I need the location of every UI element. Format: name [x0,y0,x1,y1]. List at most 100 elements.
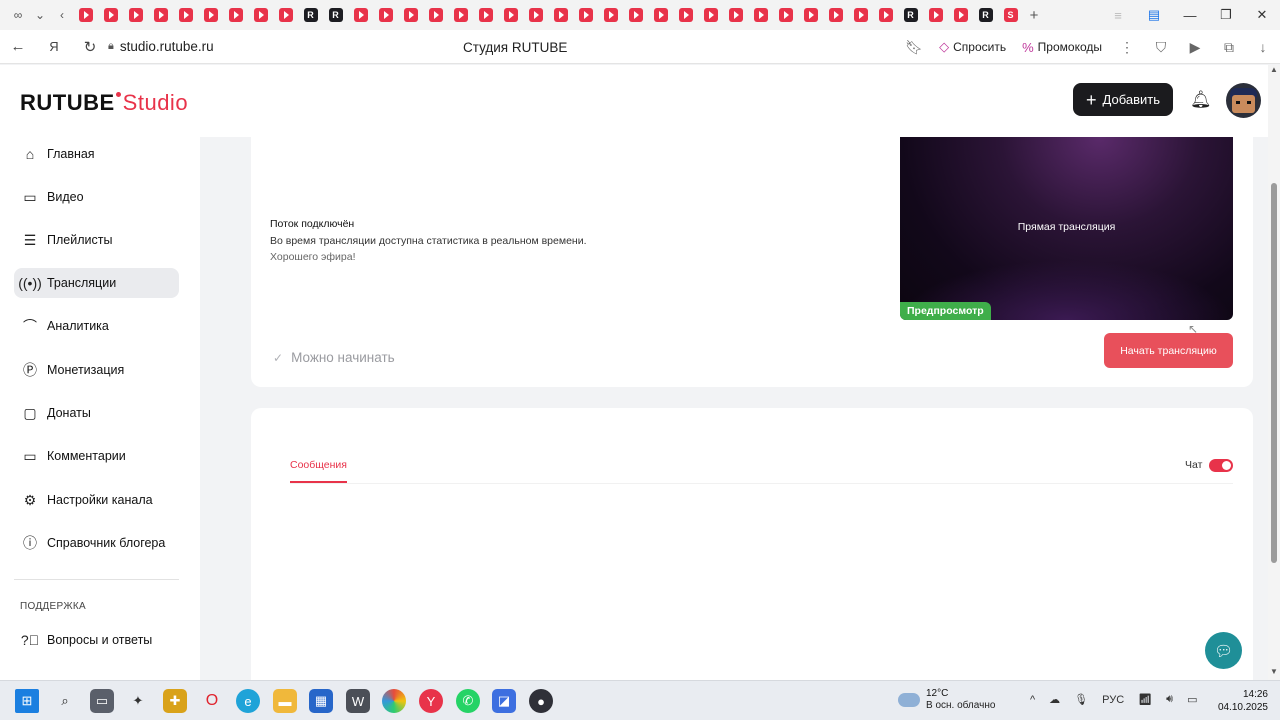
start-broadcast-button[interactable]: Начать трансляцию [1104,333,1233,368]
edge-icon[interactable]: e [236,689,260,713]
stream-preview[interactable]: Прямая трансляция [900,137,1233,320]
rutube-tab-icon[interactable] [503,8,518,22]
rutube-tab-icon[interactable] [553,8,568,22]
rutube-tab-icon[interactable] [878,8,893,22]
scroll-down-icon[interactable]: ▼ [1270,667,1278,676]
back-icon[interactable]: ← [0,30,36,64]
add-button[interactable]: + Добавить [1073,83,1173,116]
media-icon[interactable]: ▶ [1178,39,1212,56]
tray-overflow-icon[interactable]: ^ [1030,694,1035,706]
app-icon[interactable]: ◪ [492,689,516,713]
copilot-icon[interactable]: ✦ [126,689,150,713]
rutube-tab-icon[interactable] [753,8,768,22]
wifi-icon[interactable]: 📶︎ [1138,693,1152,706]
sidebar-item-broadcasts[interactable]: ((•)) Трансляции [14,268,179,298]
rutube-tab-icon[interactable] [653,8,668,22]
rutube-tab-icon[interactable] [953,8,968,22]
rutube-tab-icon[interactable] [778,8,793,22]
r-tab-icon[interactable]: R [303,8,318,22]
chrome-icon[interactable] [382,689,406,713]
rutube-tab-icon[interactable] [153,8,168,22]
r-tab-icon[interactable]: R [328,8,343,22]
promo-button[interactable]: % Промокоды [1014,40,1110,55]
rutube-tab-icon[interactable] [603,8,618,22]
rutube-tab-icon[interactable] [453,8,468,22]
more-icon[interactable]: ⋮ [1110,39,1144,56]
shield-icon[interactable]: ⛉ [1144,39,1178,56]
tab-messages[interactable]: Сообщения [290,459,347,471]
sidebar-toggle-icon[interactable]: ▤ [1136,0,1172,30]
bell-icon[interactable]: 🔔︎ [1190,90,1212,110]
new-tab-icon[interactable]: + [1023,4,1045,26]
rutube-tab-icon[interactable] [128,8,143,22]
microphone-icon[interactable]: 🎙︎ [1074,693,1088,706]
studio-active-tab-icon[interactable]: S [1003,8,1018,22]
sidebar-item-playlists[interactable]: ☰ Плейлисты [14,225,179,255]
rutube-tab-icon[interactable] [828,8,843,22]
rutube-tab-icon[interactable] [853,8,868,22]
reload-icon[interactable]: ↻ [72,30,108,64]
explorer-icon[interactable]: ▬ [273,689,297,713]
rutube-tab-icon[interactable] [928,8,943,22]
sidebar-item-donations[interactable]: ▢ Донаты [14,398,179,428]
rutube-tab-icon[interactable] [203,8,218,22]
yandex-icon[interactable]: Я [36,30,72,64]
cloud-sync-icon[interactable]: ☁ [1049,693,1060,706]
sidebar-item-home[interactable]: ⌂ Главная [14,139,179,169]
download-icon[interactable]: ↓ [1246,39,1280,55]
search-icon[interactable]: ⌕ [53,689,77,713]
sidebar-item-faq[interactable]: ?⃝ Вопросы и ответы [14,625,179,655]
opera-icon[interactable]: O [200,689,224,713]
rutube-tab-icon[interactable] [253,8,268,22]
downloads-tray-icon[interactable]: ≡ [1100,0,1136,30]
sidebar-item-monetization[interactable]: Ⓟ Монетизация [14,355,179,385]
rutube-tab-icon[interactable] [78,8,93,22]
rutube-tab-icon[interactable] [228,8,243,22]
sidebar-item-blogger-guide[interactable]: ⓘ Справочник блогера [14,528,179,558]
tab-list-icon[interactable]: ∞ [7,4,29,26]
rutube-tab-icon[interactable] [478,8,493,22]
rutube-studio-logo[interactable]: RUTUBE Studio [20,90,188,116]
world-of-tanks-icon[interactable]: W [346,689,370,713]
sidebar-item-comments[interactable]: ▭ Комментарии [14,441,179,471]
games-icon[interactable]: ✚ [163,689,187,713]
scrollbar-thumb[interactable] [1271,183,1277,563]
clock[interactable]: 14:26 04.10.2025 [1218,688,1268,714]
weather-widget[interactable]: 12°C В осн. облачно [898,688,995,712]
close-icon[interactable]: ✕ [1244,0,1280,30]
rutube-tab-icon[interactable] [178,8,193,22]
rutube-tab-icon[interactable] [403,8,418,22]
start-icon[interactable]: ⊞ [15,689,39,713]
battery-icon[interactable]: ▭ [1187,693,1197,706]
sidebar-item-analytics[interactable]: ⌒ Аналитика [14,311,179,341]
support-chat-button[interactable]: 💬︎ [1205,632,1242,669]
ask-button[interactable]: ◇ Спросить [931,39,1014,55]
tabs-back-icon[interactable]: ‹ [51,4,73,26]
rutube-tab-icon[interactable] [378,8,393,22]
extensions-icon[interactable]: ⧉ [1212,39,1246,56]
yandex-browser-icon[interactable]: Y [419,689,443,713]
rutube-tab-icon[interactable] [628,8,643,22]
rutube-tab-icon[interactable] [353,8,368,22]
rutube-tab-icon[interactable] [528,8,543,22]
rutube-tab-icon[interactable] [678,8,693,22]
tab-menu-chevron-icon[interactable]: ⌄ [29,4,51,26]
whatsapp-icon[interactable]: ✆ [456,689,480,713]
rutube-tab-icon[interactable] [103,8,118,22]
language-indicator[interactable]: РУС [1102,694,1124,706]
rutube-tab-icon[interactable] [278,8,293,22]
sidebar-item-video[interactable]: ▭ Видео [14,182,179,212]
rutube-tab-icon[interactable] [728,8,743,22]
restore-icon[interactable]: ❐ [1208,0,1244,30]
store-icon[interactable]: ▦ [309,689,333,713]
obs-icon[interactable]: ● [529,689,553,713]
minimize-icon[interactable]: — [1172,0,1208,30]
r-tab-icon[interactable]: R [903,8,918,22]
bookmark-icon[interactable]: 🔖︎ [897,39,931,56]
scroll-up-icon[interactable]: ▲ [1270,65,1278,74]
rutube-tab-icon[interactable] [578,8,593,22]
task-view-icon[interactable]: ▭ [90,689,114,713]
url-field[interactable]: studio.rutube.ru [120,39,214,54]
rutube-tab-icon[interactable] [803,8,818,22]
rutube-tab-icon[interactable] [428,8,443,22]
